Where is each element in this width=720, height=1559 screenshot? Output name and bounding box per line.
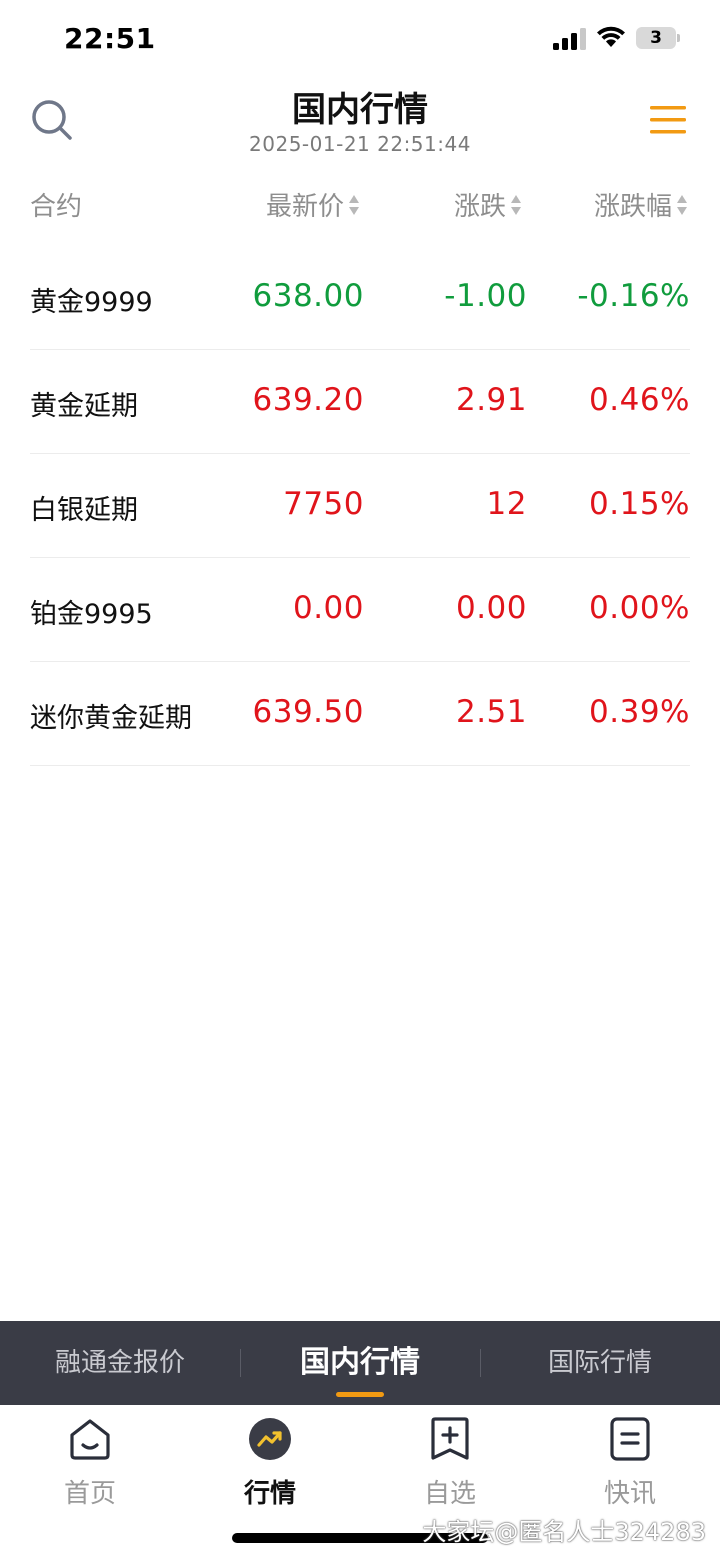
market-subtabs: 融通金报价 国内行情 国际行情	[0, 1321, 720, 1405]
tab-international-market[interactable]: 国际行情	[480, 1321, 720, 1405]
table-row[interactable]: 黄金延期 639.20 2.91 0.46%	[30, 350, 690, 454]
nav-market[interactable]: 行情	[180, 1413, 360, 1513]
nav-watchlist[interactable]: 自选	[360, 1413, 540, 1513]
latest-price: 7750	[283, 486, 364, 522]
column-contract: 合约	[30, 192, 83, 222]
change-percent: 0.46%	[589, 382, 690, 418]
table-row[interactable]: 铂金9995 0.00 0.00 0.00%	[30, 558, 690, 662]
contract-name: 铂金9995	[30, 599, 153, 630]
contract-name: 白银延期	[30, 495, 138, 526]
page-header: 国内行情 2025-01-21 22:51:44	[0, 80, 720, 170]
battery-icon: 3	[636, 27, 682, 51]
table-row[interactable]: 迷你黄金延期 639.50 2.51 0.39%	[30, 662, 690, 766]
change-percent: 0.15%	[589, 486, 690, 522]
contract-name: 黄金9999	[30, 287, 153, 318]
latest-price: 638.00	[252, 278, 364, 314]
sort-arrows-icon	[677, 194, 687, 215]
cellular-signal-icon	[553, 28, 586, 50]
column-price-sort[interactable]: 最新价	[266, 186, 360, 223]
update-timestamp: 2025-01-21 22:51:44	[249, 132, 471, 156]
contract-name: 迷你黄金延期	[30, 703, 192, 734]
table-row[interactable]: 白银延期 7750 12 0.15%	[30, 454, 690, 558]
latest-price: 639.50	[252, 694, 364, 730]
nav-news[interactable]: 快讯	[540, 1413, 720, 1513]
change-percent: -0.16%	[577, 278, 690, 314]
battery-level: 3	[650, 28, 662, 48]
column-change-sort[interactable]: 涨跌	[454, 186, 522, 223]
price-change: 2.51	[455, 694, 527, 730]
column-percent-sort[interactable]: 涨跌幅	[594, 186, 688, 223]
nav-home[interactable]: 首页	[0, 1413, 180, 1513]
sort-arrows-icon	[349, 194, 359, 215]
page-title: 国内行情	[292, 90, 428, 130]
status-time: 22:51	[64, 22, 156, 55]
change-percent: 0.00%	[589, 590, 690, 626]
contract-name: 黄金延期	[30, 391, 138, 422]
price-change: 2.91	[455, 382, 527, 418]
latest-price: 0.00	[292, 590, 364, 626]
home-icon	[70, 1419, 110, 1460]
price-change: -1.00	[444, 278, 527, 314]
menu-icon[interactable]	[650, 104, 686, 136]
news-flash-icon	[610, 1417, 650, 1461]
change-percent: 0.39%	[589, 694, 690, 730]
price-change: 12	[486, 486, 527, 522]
wifi-icon	[597, 26, 625, 47]
latest-price: 639.20	[252, 382, 364, 418]
quote-list: 黄金9999 638.00 -1.00 -0.16% 黄金延期 639.20 2…	[30, 246, 690, 766]
table-row[interactable]: 黄金9999 638.00 -1.00 -0.16%	[30, 246, 690, 350]
sort-arrows-icon	[511, 194, 521, 215]
active-tab-indicator	[336, 1392, 384, 1397]
table-header: 合约 最新价 涨跌 涨跌幅	[0, 180, 720, 230]
status-bar: 22:51 3	[0, 0, 720, 80]
watermark: 大家坛@匿名人士324283	[422, 1518, 706, 1546]
price-change: 0.00	[455, 590, 527, 626]
tab-rongtong-quote[interactable]: 融通金报价	[0, 1321, 240, 1405]
market-icon	[249, 1418, 291, 1460]
watchlist-add-icon	[431, 1417, 469, 1460]
market-page: 22:51 3 国内行情 2025-01-21 22:51:44 合约 最新价 …	[0, 0, 720, 1559]
